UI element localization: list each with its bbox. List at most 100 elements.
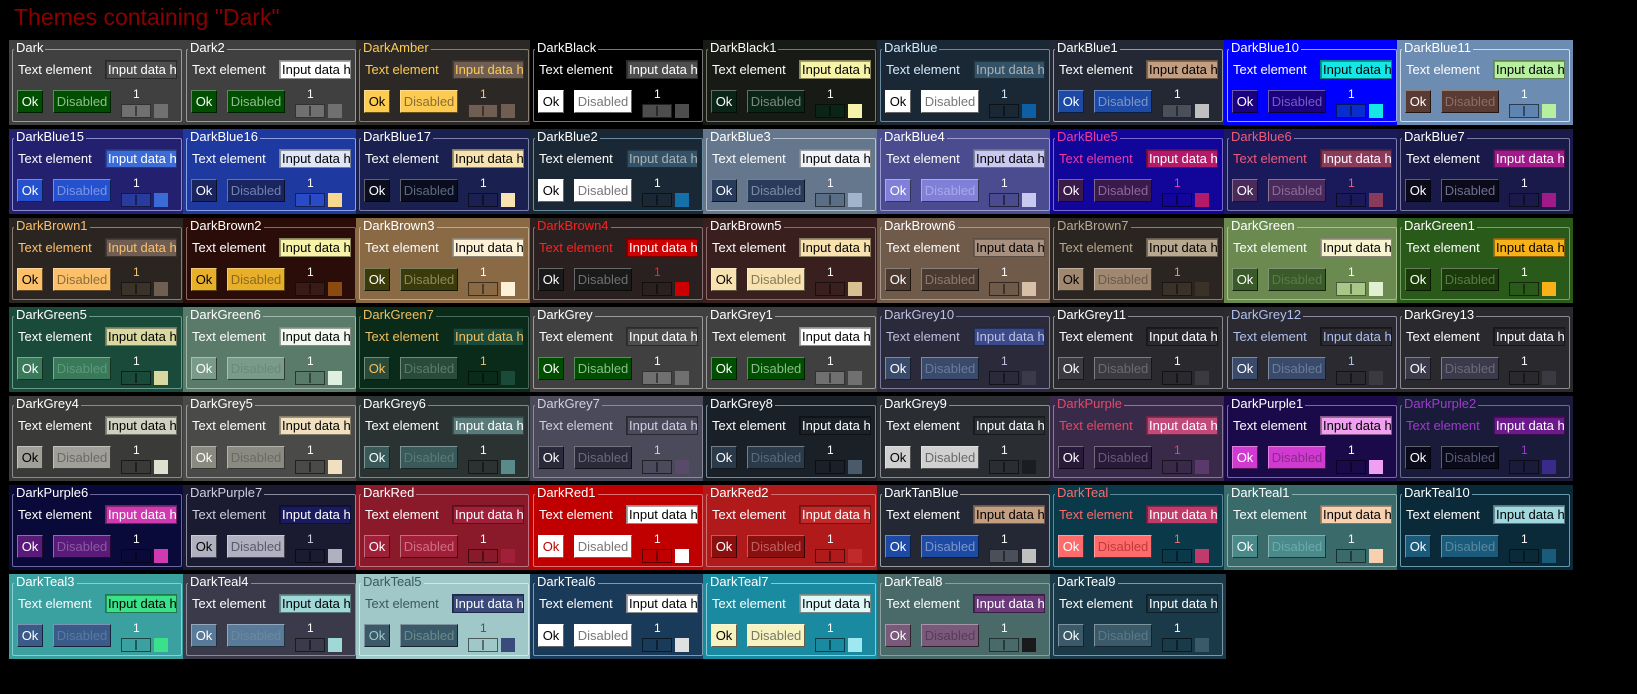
ok-button[interactable]: Ok xyxy=(711,535,737,558)
input-field[interactable]: Input data here xyxy=(799,594,871,613)
input-field[interactable]: Input data here xyxy=(973,327,1045,346)
input-field[interactable]: Input data here xyxy=(1493,238,1565,257)
ok-button[interactable]: Ok xyxy=(17,90,43,113)
ok-button[interactable]: Ok xyxy=(17,624,43,647)
ok-button[interactable]: Ok xyxy=(17,268,43,291)
slider[interactable] xyxy=(989,638,1019,652)
ok-button[interactable]: Ok xyxy=(538,535,564,558)
ok-button[interactable]: Ok xyxy=(1232,535,1258,558)
ok-button[interactable]: Ok xyxy=(885,446,911,469)
slider[interactable] xyxy=(295,104,325,118)
slider[interactable] xyxy=(295,282,325,296)
ok-button[interactable]: Ok xyxy=(1058,446,1084,469)
ok-button[interactable]: Ok xyxy=(885,535,911,558)
slider[interactable] xyxy=(642,193,672,207)
slider[interactable] xyxy=(1509,460,1539,474)
slider[interactable] xyxy=(121,282,151,296)
slider[interactable] xyxy=(1336,104,1366,118)
slider[interactable] xyxy=(295,549,325,563)
input-field[interactable]: Input data here xyxy=(973,238,1045,257)
ok-button[interactable]: Ok xyxy=(1405,357,1431,380)
ok-button[interactable]: Ok xyxy=(538,268,564,291)
ok-button[interactable]: Ok xyxy=(711,446,737,469)
slider[interactable] xyxy=(989,460,1019,474)
input-field[interactable]: Input data here xyxy=(105,594,177,613)
ok-button[interactable]: Ok xyxy=(364,624,390,647)
slider[interactable] xyxy=(1162,193,1192,207)
input-field[interactable]: Input data here xyxy=(973,60,1045,79)
input-field[interactable]: Input data here xyxy=(799,60,871,79)
slider[interactable] xyxy=(1336,193,1366,207)
slider[interactable] xyxy=(815,638,845,652)
input-field[interactable]: Input data here xyxy=(279,60,351,79)
input-field[interactable]: Input data here xyxy=(1320,149,1392,168)
ok-button[interactable]: Ok xyxy=(364,268,390,291)
slider[interactable] xyxy=(1162,282,1192,296)
input-field[interactable]: Input data here xyxy=(799,327,871,346)
ok-button[interactable]: Ok xyxy=(538,446,564,469)
slider[interactable] xyxy=(121,104,151,118)
ok-button[interactable]: Ok xyxy=(191,90,217,113)
input-field[interactable]: Input data here xyxy=(1493,60,1565,79)
slider[interactable] xyxy=(989,371,1019,385)
input-field[interactable]: Input data here xyxy=(626,60,698,79)
ok-button[interactable]: Ok xyxy=(1232,357,1258,380)
ok-button[interactable]: Ok xyxy=(885,90,911,113)
slider[interactable] xyxy=(295,371,325,385)
ok-button[interactable]: Ok xyxy=(17,535,43,558)
ok-button[interactable]: Ok xyxy=(885,357,911,380)
input-field[interactable]: Input data here xyxy=(279,416,351,435)
ok-button[interactable]: Ok xyxy=(1058,624,1084,647)
slider[interactable] xyxy=(815,104,845,118)
slider[interactable] xyxy=(468,282,498,296)
slider[interactable] xyxy=(468,193,498,207)
input-field[interactable]: Input data here xyxy=(626,149,698,168)
input-field[interactable]: Input data here xyxy=(626,416,698,435)
slider[interactable] xyxy=(642,371,672,385)
slider[interactable] xyxy=(468,371,498,385)
slider[interactable] xyxy=(1162,460,1192,474)
slider[interactable] xyxy=(989,193,1019,207)
input-field[interactable]: Input data here xyxy=(452,149,524,168)
slider[interactable] xyxy=(642,460,672,474)
input-field[interactable]: Input data here xyxy=(1146,505,1218,524)
slider[interactable] xyxy=(1336,549,1366,563)
ok-button[interactable]: Ok xyxy=(17,179,43,202)
ok-button[interactable]: Ok xyxy=(17,446,43,469)
ok-button[interactable]: Ok xyxy=(1058,535,1084,558)
input-field[interactable]: Input data here xyxy=(105,416,177,435)
input-field[interactable]: Input data here xyxy=(1146,60,1218,79)
input-field[interactable]: Input data here xyxy=(973,149,1045,168)
input-field[interactable]: Input data here xyxy=(452,505,524,524)
slider[interactable] xyxy=(121,193,151,207)
slider[interactable] xyxy=(1509,549,1539,563)
slider[interactable] xyxy=(1336,371,1366,385)
input-field[interactable]: Input data here xyxy=(799,505,871,524)
slider[interactable] xyxy=(642,638,672,652)
ok-button[interactable]: Ok xyxy=(711,90,737,113)
slider[interactable] xyxy=(1162,371,1192,385)
input-field[interactable]: Input data here xyxy=(452,594,524,613)
ok-button[interactable]: Ok xyxy=(1232,446,1258,469)
slider[interactable] xyxy=(295,638,325,652)
input-field[interactable]: Input data here xyxy=(626,238,698,257)
ok-button[interactable]: Ok xyxy=(538,357,564,380)
ok-button[interactable]: Ok xyxy=(1405,90,1431,113)
slider[interactable] xyxy=(815,460,845,474)
input-field[interactable]: Input data here xyxy=(1493,505,1565,524)
input-field[interactable]: Input data here xyxy=(279,505,351,524)
ok-button[interactable]: Ok xyxy=(1058,357,1084,380)
ok-button[interactable]: Ok xyxy=(1058,90,1084,113)
slider[interactable] xyxy=(468,460,498,474)
input-field[interactable]: Input data here xyxy=(973,594,1045,613)
ok-button[interactable]: Ok xyxy=(364,357,390,380)
input-field[interactable]: Input data here xyxy=(105,60,177,79)
slider[interactable] xyxy=(1509,104,1539,118)
ok-button[interactable]: Ok xyxy=(885,268,911,291)
ok-button[interactable]: Ok xyxy=(711,357,737,380)
slider[interactable] xyxy=(295,193,325,207)
ok-button[interactable]: Ok xyxy=(1058,268,1084,291)
input-field[interactable]: Input data here xyxy=(452,416,524,435)
input-field[interactable]: Input data here xyxy=(1320,60,1392,79)
input-field[interactable]: Input data here xyxy=(1320,327,1392,346)
